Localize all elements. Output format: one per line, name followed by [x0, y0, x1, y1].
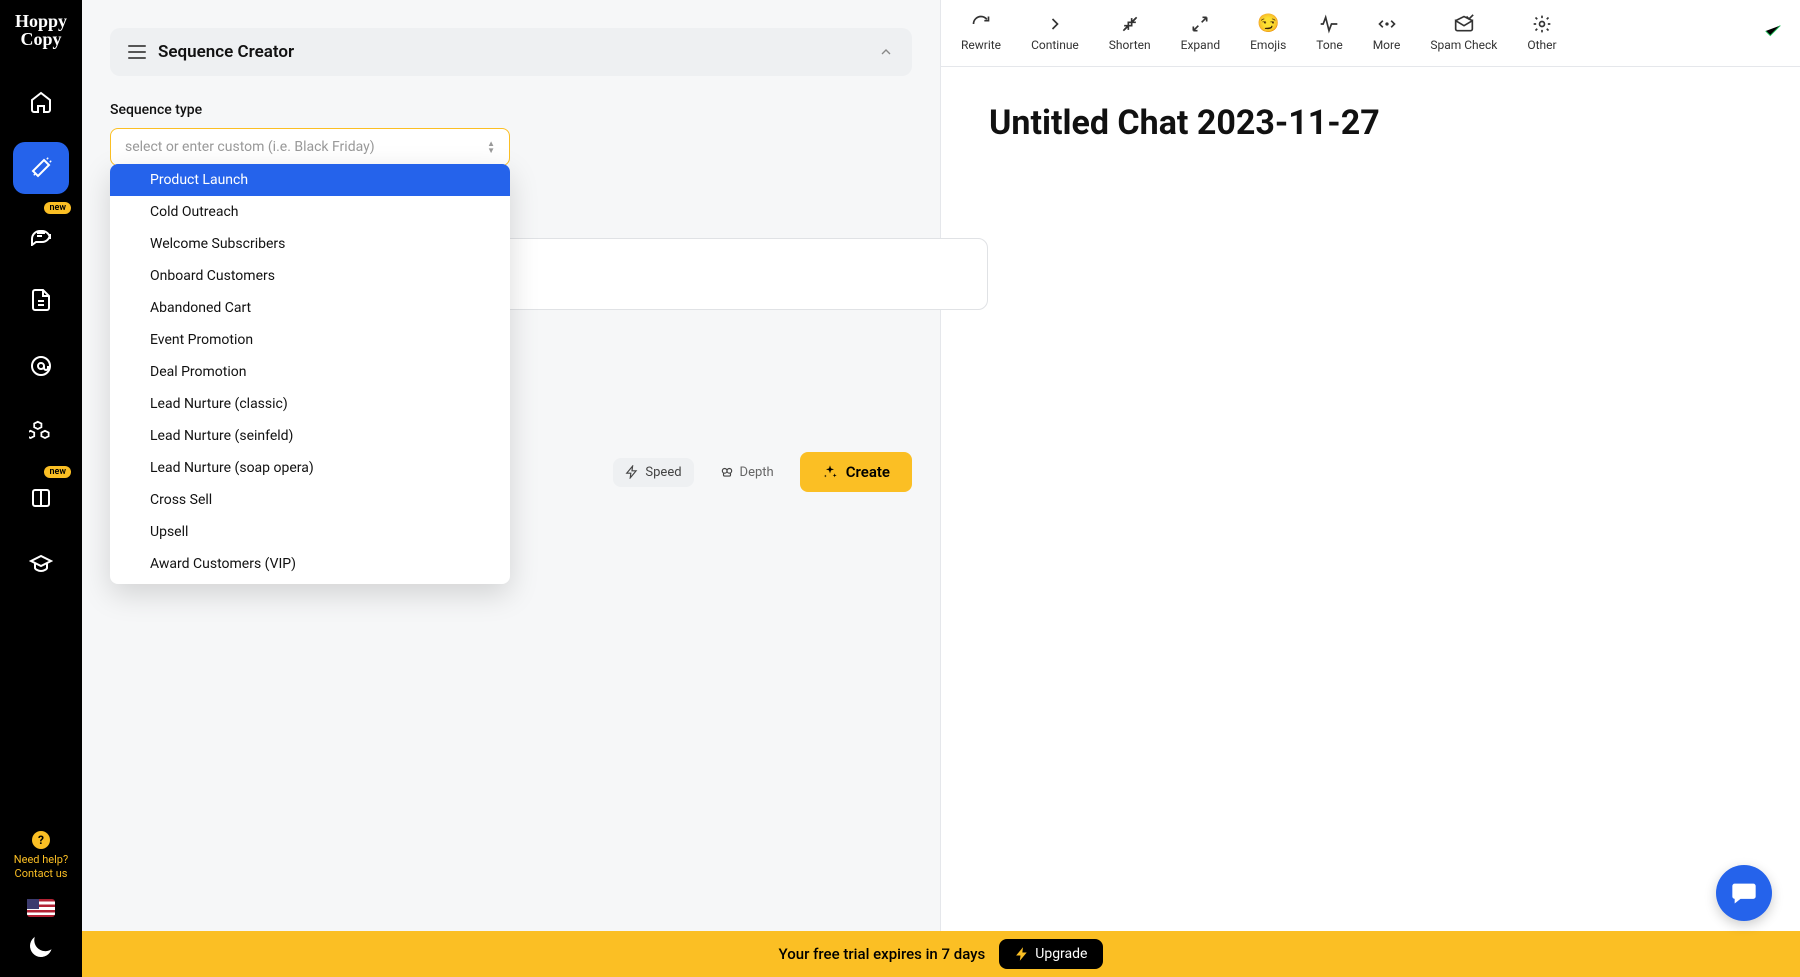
tool-more[interactable]: More — [1359, 10, 1415, 56]
tool-other[interactable]: Other — [1513, 10, 1570, 56]
cubes-icon — [29, 420, 53, 444]
check-icon — [1762, 20, 1784, 42]
flag-us[interactable] — [27, 899, 55, 917]
brain-icon — [720, 465, 734, 479]
field-label: Sequence type — [110, 102, 912, 118]
speed-toggle[interactable]: Speed — [613, 458, 693, 487]
hamburger-icon[interactable] — [128, 45, 146, 59]
dropdown-item-abandoned-cart[interactable]: Abandoned Cart — [110, 292, 510, 324]
trial-bar: Your free trial expires in 7 days Upgrad… — [82, 931, 1800, 977]
dropdown-item-onboard-customers[interactable]: Onboard Customers — [110, 260, 510, 292]
tool-emojis[interactable]: 😏 Emojis — [1236, 10, 1300, 56]
nav-home[interactable] — [13, 76, 69, 128]
create-button[interactable]: Create — [800, 452, 912, 492]
tool-spam-check[interactable]: Spam Check — [1416, 10, 1511, 56]
chat-widget[interactable] — [1716, 865, 1772, 921]
sequence-type-dropdown: Product Launch Cold Outreach Welcome Sub… — [110, 164, 510, 584]
sidebar: Hoppy Copy new new ? Need help? Contact … — [0, 0, 82, 977]
dropdown-item-award-customers[interactable]: Award Customers (VIP) — [110, 548, 510, 580]
nav-at[interactable] — [13, 340, 69, 392]
tool-rewrite[interactable]: Rewrite — [947, 10, 1015, 56]
dropdown-item-welcome-subscribers[interactable]: Welcome Subscribers — [110, 228, 510, 260]
nav-chat[interactable]: new — [13, 208, 69, 260]
tool-expand[interactable]: Expand — [1167, 10, 1234, 56]
editor-toolbar: Rewrite Continue Shorten Expand 😏 Emojis… — [941, 0, 1800, 67]
document-icon — [29, 288, 53, 312]
spam-icon — [1454, 14, 1474, 34]
chevron-right-icon — [1045, 14, 1065, 34]
help-icon: ? — [32, 831, 50, 849]
select-arrows-icon: ▲▼ — [487, 141, 495, 154]
tool-continue[interactable]: Continue — [1017, 10, 1093, 56]
nav-academy[interactable] — [13, 538, 69, 590]
home-icon — [29, 90, 53, 114]
chevron-up-icon[interactable] — [878, 44, 894, 60]
bolt-icon — [625, 465, 639, 479]
left-panel: Sequence Creator Sequence type select or… — [82, 0, 940, 977]
nav-document[interactable] — [13, 274, 69, 326]
tool-tone[interactable]: Tone — [1302, 10, 1356, 56]
dropdown-item-deal-promotion[interactable]: Deal Promotion — [110, 356, 510, 388]
book-icon — [29, 486, 53, 510]
confirm-button[interactable] — [1752, 14, 1794, 52]
new-badge: new — [44, 202, 71, 214]
upgrade-button[interactable]: Upgrade — [999, 939, 1103, 969]
trial-message: Your free trial expires in 7 days — [779, 945, 986, 963]
more-icon — [1377, 14, 1397, 34]
expand-icon — [1190, 14, 1210, 34]
wand-icon — [29, 156, 53, 180]
emoji-face-icon: 😏 — [1257, 14, 1279, 34]
nav-book[interactable]: new — [13, 472, 69, 524]
select-placeholder: select or enter custom (i.e. Black Frida… — [125, 139, 375, 155]
shorten-icon — [1120, 14, 1140, 34]
chat-bubble-icon — [1730, 879, 1758, 907]
dropdown-item-lead-nurture-classic[interactable]: Lead Nurture (classic) — [110, 388, 510, 420]
bolt-icon — [1015, 947, 1029, 961]
nav-wand[interactable] — [13, 142, 69, 194]
nav-cubes[interactable] — [13, 406, 69, 458]
rewrite-icon — [971, 14, 991, 34]
dropdown-item-upsell[interactable]: Upsell — [110, 516, 510, 548]
depth-toggle[interactable]: Depth — [708, 458, 786, 487]
panel-header: Sequence Creator — [110, 28, 912, 76]
chat-icon — [29, 222, 53, 246]
main: Sequence Creator Sequence type select or… — [82, 0, 1800, 977]
help-block[interactable]: ? Need help? Contact us — [14, 831, 68, 881]
tone-icon — [1319, 14, 1339, 34]
graduation-icon — [29, 552, 53, 576]
panel-title: Sequence Creator — [158, 42, 294, 62]
dropdown-item-lead-nurture-soap[interactable]: Lead Nurture (soap opera) — [110, 452, 510, 484]
tool-shorten[interactable]: Shorten — [1095, 10, 1165, 56]
dropdown-item-product-launch[interactable]: Product Launch — [110, 164, 510, 196]
help-line1: Need help? — [14, 853, 68, 867]
action-row: Speed Depth Create — [613, 452, 912, 492]
dropdown-item-event-promotion[interactable]: Event Promotion — [110, 324, 510, 356]
help-line2: Contact us — [14, 867, 68, 881]
gear-icon — [1532, 14, 1552, 34]
at-icon — [29, 354, 53, 378]
new-badge: new — [44, 466, 71, 478]
right-panel: Rewrite Continue Shorten Expand 😏 Emojis… — [940, 0, 1800, 977]
sidebar-bottom: ? Need help? Contact us — [14, 831, 68, 977]
document-title[interactable]: Untitled Chat 2023-11-27 — [941, 67, 1800, 179]
sparkle-icon — [822, 464, 838, 480]
dropdown-item-lead-nurture-seinfeld[interactable]: Lead Nurture (seinfeld) — [110, 420, 510, 452]
dropdown-item-cross-sell[interactable]: Cross Sell — [110, 484, 510, 516]
logo: Hoppy Copy — [0, 12, 82, 48]
dropdown-item-cold-outreach[interactable]: Cold Outreach — [110, 196, 510, 228]
sequence-type-select[interactable]: select or enter custom (i.e. Black Frida… — [110, 128, 510, 166]
dark-mode-toggle[interactable] — [27, 932, 55, 960]
